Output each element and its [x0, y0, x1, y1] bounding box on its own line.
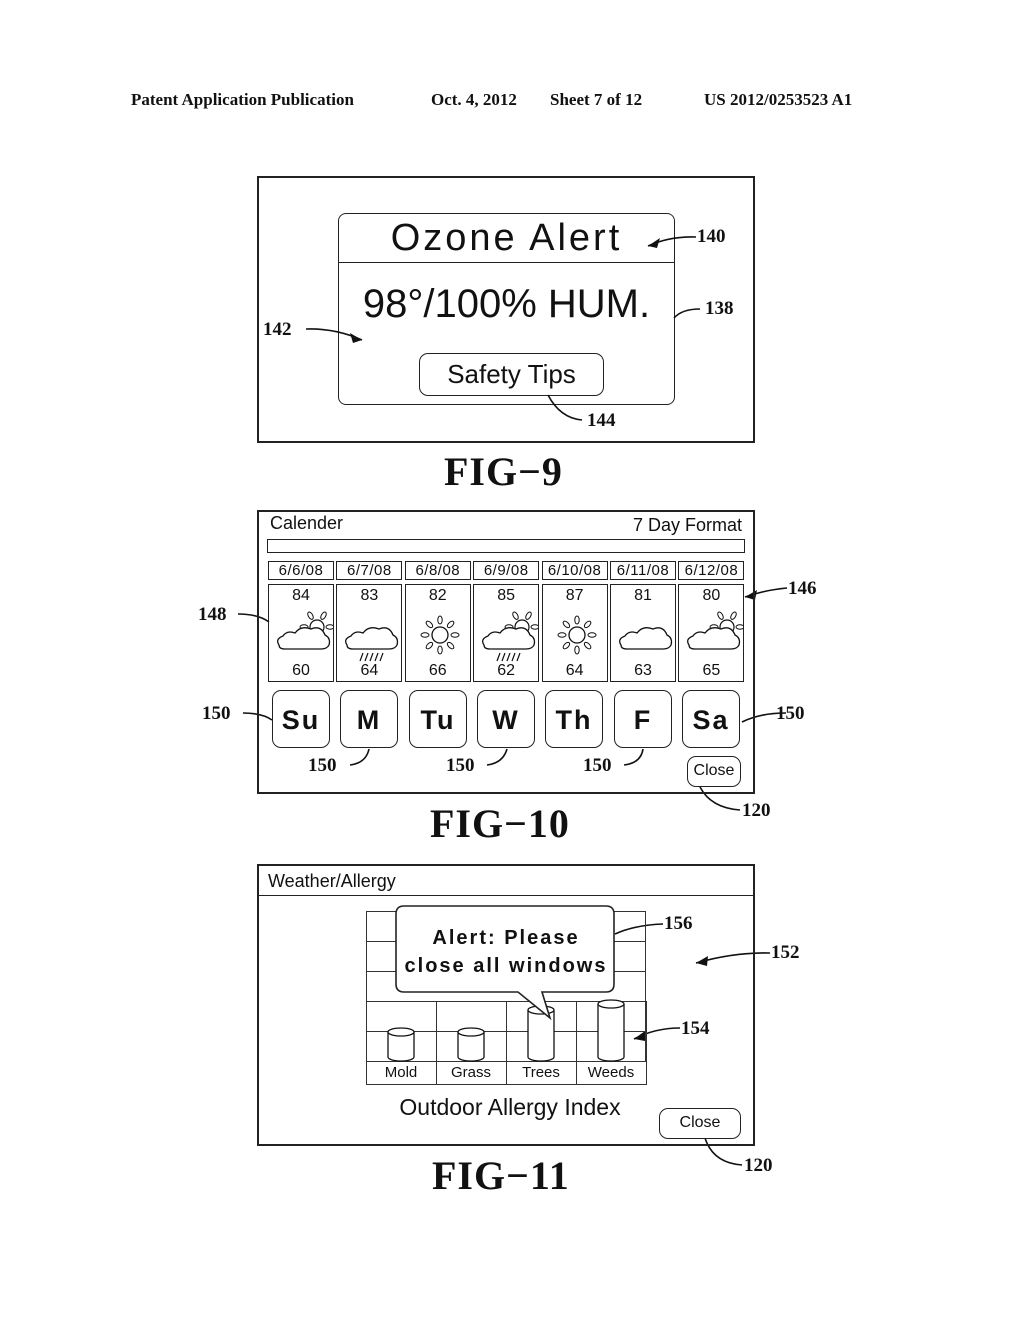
forecast-day-cell[interactable]: 80 65 — [678, 584, 745, 682]
ref-138: 138 — [705, 298, 734, 319]
fig9-label: FIG−9 — [444, 449, 563, 494]
ref-120-fig10: 120 — [742, 800, 771, 821]
day-button-th[interactable]: Th — [545, 690, 603, 748]
day-button-su[interactable]: Su — [272, 690, 330, 748]
allergy-bar-mold — [387, 1027, 415, 1062]
day-button-m[interactable]: M — [340, 690, 398, 748]
sun-icon — [420, 615, 460, 655]
screen-title: Weather/Allergy — [268, 871, 396, 891]
forecast-day-cell[interactable]: 87 64 — [541, 584, 608, 682]
partly-cloudy-icon — [277, 611, 333, 650]
date-cell: 6/11/08 — [610, 561, 676, 580]
leader-138 — [673, 308, 701, 319]
ref-150-m: 150 — [308, 755, 337, 776]
ref-146: 146 — [788, 578, 817, 599]
chart-caption: Outdoor Allergy Index — [399, 1094, 621, 1120]
partly-cloudy-icon — [687, 611, 744, 650]
date-cell: 6/8/08 — [404, 561, 471, 580]
forecast-day-cell[interactable]: 85 62 — [473, 584, 540, 682]
calendar-title: Calender — [270, 513, 344, 533]
ref-154: 154 — [681, 1018, 710, 1039]
category-label: Mold — [384, 1064, 418, 1081]
date-cell: 6/12/08 — [678, 561, 745, 580]
sun-icon — [557, 615, 597, 655]
date-cell: 6/10/08 — [541, 561, 608, 580]
leader-144 — [547, 394, 583, 421]
category-label: Trees — [522, 1064, 560, 1081]
low-temp: 66 — [428, 662, 447, 679]
high-temp: 81 — [634, 587, 652, 604]
ref-150-f: 150 — [583, 755, 612, 776]
ref-150-left: 150 — [202, 703, 231, 724]
partly-cloudy-rain-icon — [482, 611, 539, 662]
day-button-w[interactable]: W — [477, 690, 535, 748]
ref-142: 142 — [263, 319, 292, 340]
ref-148: 148 — [198, 604, 227, 625]
low-temp: 62 — [497, 662, 516, 679]
rain-cloud-icon — [345, 627, 399, 662]
low-temp: 64 — [360, 662, 379, 679]
forecast-day-cell[interactable]: 81 63 — [610, 584, 676, 682]
low-temp: 64 — [565, 662, 584, 679]
forecast-day-cell[interactable]: 82 66 — [404, 584, 471, 682]
low-temp: 65 — [702, 662, 721, 679]
ref-140: 140 — [697, 226, 726, 247]
high-temp: 85 — [497, 587, 516, 604]
format-label[interactable]: 7 Day Format — [633, 515, 742, 536]
ref-120-fig11: 120 — [744, 1155, 773, 1176]
date-cell: 6/7/08 — [336, 561, 403, 580]
high-temp: 84 — [292, 587, 310, 604]
low-temp: 60 — [292, 662, 310, 679]
low-temp: 63 — [634, 662, 652, 679]
title-divider — [258, 895, 753, 896]
high-temp: 87 — [565, 587, 584, 604]
ref-152: 152 — [771, 942, 800, 963]
date-cell: 6/9/08 — [473, 561, 540, 580]
cloud-icon — [619, 627, 673, 650]
day-button-tu[interactable]: Tu — [409, 690, 467, 748]
date-cell: 6/6/08 — [268, 561, 334, 580]
category-label: Grass — [450, 1064, 491, 1081]
allergy-bar-grass — [457, 1027, 485, 1062]
close-button-fig11[interactable]: Close — [659, 1108, 741, 1139]
ref-156: 156 — [664, 913, 693, 934]
forecast-day-cell[interactable]: 84 60 — [268, 584, 334, 682]
alert-line-1: Alert: Please — [432, 927, 580, 949]
alert-line-2: close all windows — [404, 955, 608, 977]
fig10-label: FIG−10 — [430, 801, 570, 846]
ref-144: 144 — [587, 410, 616, 431]
arrowhead-140 — [648, 238, 660, 248]
high-temp: 80 — [702, 587, 721, 604]
ref-150-w: 150 — [446, 755, 475, 776]
arrowhead-142 — [350, 333, 362, 343]
high-temp: 82 — [428, 587, 447, 604]
category-label: Weeds — [587, 1064, 635, 1081]
day-button-f[interactable]: F — [614, 690, 672, 748]
high-temp: 83 — [360, 587, 379, 604]
ref-150-right: 150 — [776, 703, 805, 724]
forecast-day-cell[interactable]: 83 64 — [336, 584, 403, 682]
fig11-label: FIG−11 — [432, 1153, 570, 1198]
close-button[interactable]: Close — [687, 756, 741, 787]
day-button-sa[interactable]: Sa — [682, 690, 740, 748]
calendar-bar — [267, 539, 745, 553]
alert-message: Alert: Please close all windows — [396, 924, 616, 980]
